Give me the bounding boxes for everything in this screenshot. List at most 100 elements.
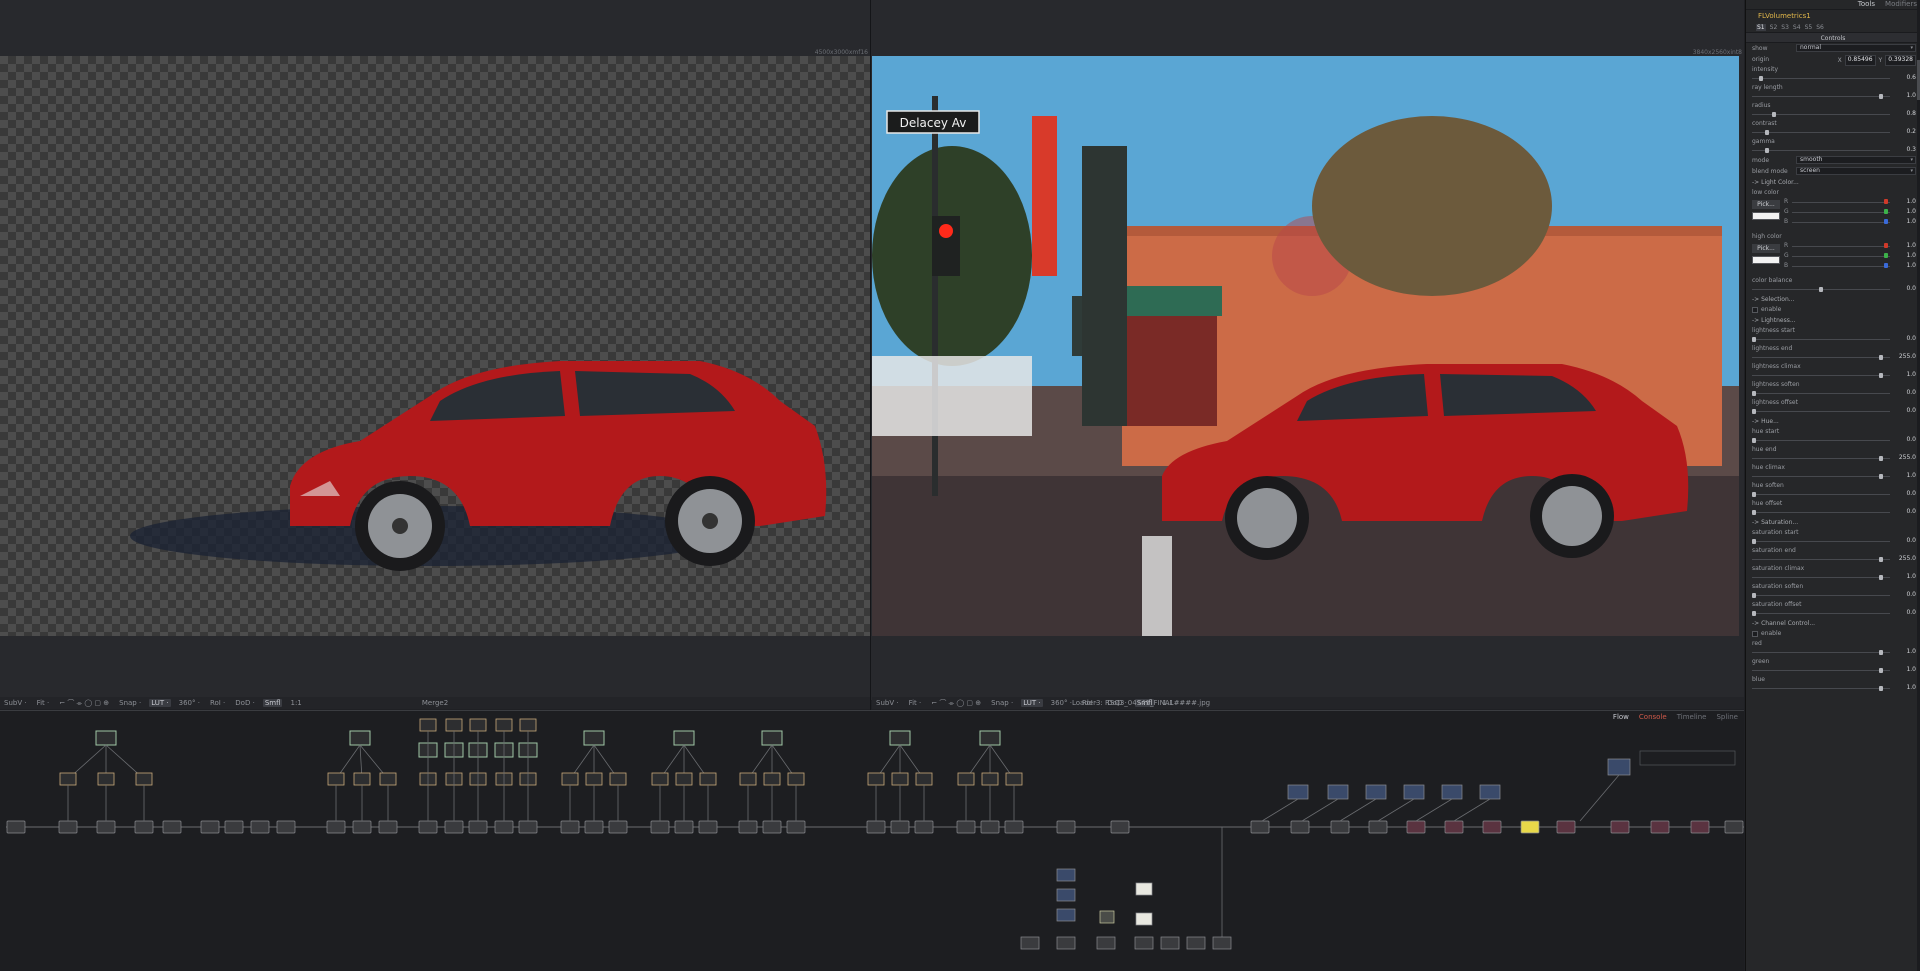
gamma-value[interactable]: 0.3: [1892, 146, 1916, 153]
enable-checkbox-2[interactable]: enable: [1746, 629, 1920, 639]
flow-node[interactable]: [200, 820, 220, 834]
flow-node[interactable]: [1056, 908, 1076, 922]
ray-length-slider[interactable]: 1.0: [1752, 92, 1916, 101]
flow-node[interactable]: [97, 772, 115, 786]
checkbox-icon[interactable]: [1752, 306, 1758, 313]
lightness-soften-value[interactable]: 0.0: [1892, 389, 1916, 396]
hue-end-slider[interactable]: 255.0: [1752, 454, 1916, 463]
flow-node[interactable]: [1444, 820, 1464, 834]
blue-slider[interactable]: 1.0: [1752, 684, 1916, 693]
slider-knob[interactable]: [1752, 337, 1756, 342]
red-value[interactable]: 1.0: [1892, 648, 1916, 655]
flow-node[interactable]: [957, 772, 975, 786]
flow-node[interactable]: [1160, 936, 1180, 950]
flow-node[interactable]: [326, 820, 346, 834]
flow-node[interactable]: [561, 772, 579, 786]
subtab-s4[interactable]: S4: [1793, 24, 1801, 31]
controls-header[interactable]: Controls: [1746, 32, 1920, 43]
saturation-start-value[interactable]: 0.0: [1892, 537, 1916, 544]
mode-combo[interactable]: smooth: [1796, 156, 1916, 164]
flow-node[interactable]: [1287, 784, 1309, 800]
low-color-pick-button[interactable]: Pick...: [1752, 200, 1780, 209]
lightness-end-slider[interactable]: 255.0: [1752, 353, 1916, 362]
flow-node[interactable]: [1650, 820, 1670, 834]
flow-node[interactable]: [1607, 758, 1631, 776]
snap-button[interactable]: Snap ·: [117, 699, 143, 707]
flow-node[interactable]: [379, 772, 397, 786]
flow-node[interactable]: [1099, 910, 1115, 924]
slider-knob[interactable]: [1879, 456, 1883, 461]
low-color-g[interactable]: G 1.0: [1784, 208, 1916, 216]
saturation-soften-value[interactable]: 0.0: [1892, 591, 1916, 598]
slider-knob[interactable]: [1765, 148, 1769, 153]
flow-node[interactable]: [135, 772, 153, 786]
flow-node[interactable]: [889, 730, 911, 746]
flow-node[interactable]: [1365, 784, 1387, 800]
gamma-slider[interactable]: 0.3: [1752, 146, 1916, 155]
low-color-b-value[interactable]: 1.0: [1906, 218, 1916, 225]
flow-node[interactable]: [1482, 820, 1502, 834]
flow-node[interactable]: [699, 772, 717, 786]
hue-start-value[interactable]: 0.0: [1892, 436, 1916, 443]
flow-node[interactable]: [444, 820, 464, 834]
slider-knob[interactable]: [1879, 373, 1883, 378]
red-slider[interactable]: 1.0: [1752, 648, 1916, 657]
roi-button[interactable]: RoI ·: [1080, 699, 1099, 707]
viewer-left-canvas[interactable]: [0, 56, 870, 636]
flow-node[interactable]: [468, 820, 488, 834]
viewer-tools-icons[interactable]: ⌐ ⌒ ⌯ ◯ ▢ ⊕: [57, 698, 111, 708]
flow-node[interactable]: [583, 730, 605, 746]
flow-node[interactable]: [1330, 820, 1350, 834]
color-balance-value[interactable]: 0.0: [1892, 285, 1916, 292]
saturation-offset-slider[interactable]: 0.0: [1752, 609, 1916, 618]
flow-node[interactable]: [1212, 936, 1232, 950]
slider-knob[interactable]: [1759, 76, 1763, 81]
flow-node[interactable]: [1004, 820, 1024, 834]
flow-node[interactable]: [1056, 868, 1076, 882]
low-color-r[interactable]: R 1.0: [1784, 198, 1916, 206]
viewer-left[interactable]: 4500x3000xmf16: [0, 0, 870, 700]
flow-node[interactable]: [585, 772, 603, 786]
flow-node[interactable]: [1135, 882, 1153, 896]
tab-spline[interactable]: Spline: [1716, 713, 1738, 721]
hue-offset-value[interactable]: 0.0: [1892, 508, 1916, 515]
lightness-offset-slider[interactable]: 0.0: [1752, 407, 1916, 416]
flow-node[interactable]: [867, 772, 885, 786]
channel-control-section[interactable]: -> Channel Control...: [1746, 618, 1920, 629]
flow-node[interactable]: [445, 718, 463, 732]
selection-section[interactable]: -> Selection...: [1746, 294, 1920, 305]
flow-node[interactable]: [980, 820, 1000, 834]
hue-climax-slider[interactable]: 1.0: [1752, 472, 1916, 481]
green-value[interactable]: 1.0: [1892, 666, 1916, 673]
flow-node[interactable]: [6, 820, 26, 834]
flow-node[interactable]: [651, 772, 669, 786]
slider-knob[interactable]: [1752, 539, 1756, 544]
flow-node[interactable]: [762, 820, 782, 834]
flow-node[interactable]: [1520, 820, 1540, 834]
scale-button[interactable]: 1:1: [1160, 699, 1175, 707]
flow-node[interactable]: [956, 820, 976, 834]
saturation-start-slider[interactable]: 0.0: [1752, 537, 1916, 546]
flow-navigator[interactable]: [1639, 750, 1736, 766]
flow-node[interactable]: [1110, 820, 1130, 834]
flow-node[interactable]: [1056, 888, 1076, 902]
saturation-end-slider[interactable]: 255.0: [1752, 555, 1916, 564]
flow-node[interactable]: [675, 772, 693, 786]
lightness-start-slider[interactable]: 0.0: [1752, 335, 1916, 344]
flow-node[interactable]: [95, 730, 117, 746]
low-color-b[interactable]: B 1.0: [1784, 218, 1916, 226]
flow-node[interactable]: [1020, 936, 1040, 950]
slider-knob[interactable]: [1879, 668, 1883, 673]
radius-slider[interactable]: 0.8: [1752, 110, 1916, 119]
flow-node[interactable]: [276, 820, 296, 834]
high-color-swatch[interactable]: [1752, 256, 1780, 264]
ray-length-value[interactable]: 1.0: [1892, 92, 1916, 99]
blend-mode-combo[interactable]: screen: [1796, 167, 1916, 175]
radius-value[interactable]: 0.8: [1892, 110, 1916, 117]
dod-button[interactable]: DoD ·: [233, 699, 257, 707]
inspector-panel[interactable]: Tools Modifiers FLVolumetrics1 S1 S2 S3 …: [1745, 0, 1920, 971]
light-color-section[interactable]: -> Light Color...: [1746, 177, 1920, 188]
tab-modifiers[interactable]: Modifiers: [1885, 0, 1917, 9]
high-color-b-value[interactable]: 1.0: [1906, 262, 1916, 269]
tab-tools[interactable]: Tools: [1858, 0, 1875, 9]
